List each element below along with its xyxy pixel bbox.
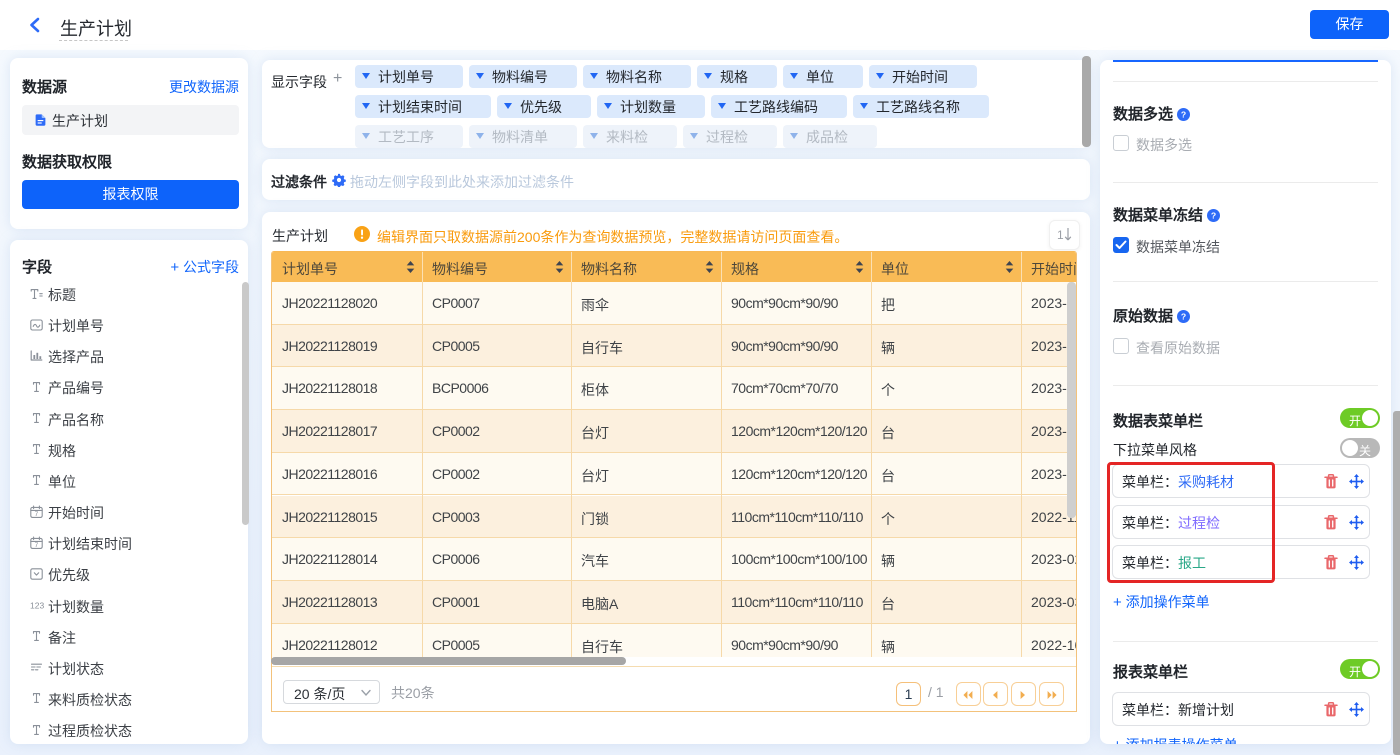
svg-text:?: ? <box>1211 211 1216 221</box>
svg-text:?: ? <box>1181 312 1186 322</box>
svg-text:7: 7 <box>35 511 39 518</box>
svg-text:?: ? <box>1181 110 1186 120</box>
svg-text:123: 123 <box>30 601 44 611</box>
svg-text:7: 7 <box>35 542 39 549</box>
